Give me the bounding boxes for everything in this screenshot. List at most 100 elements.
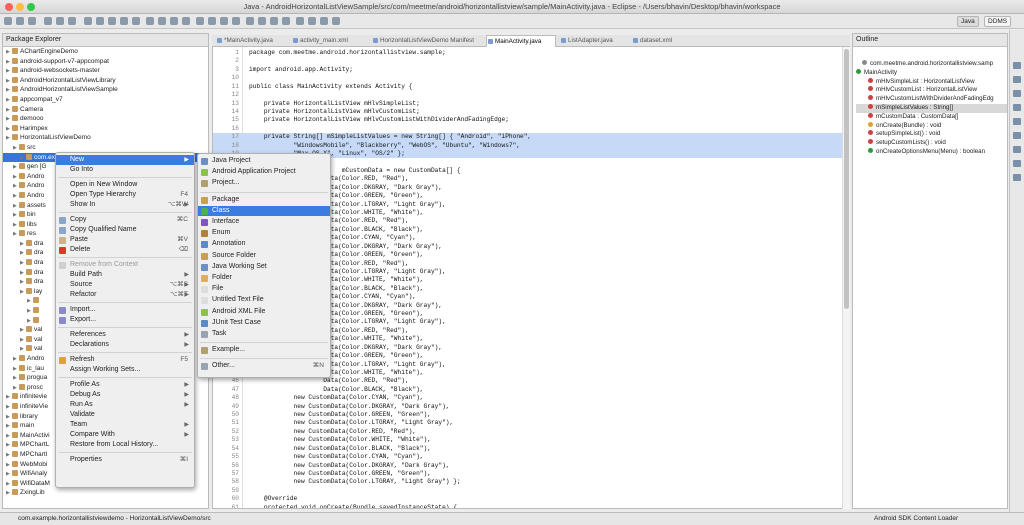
context-menu-item[interactable]: Open Type Hierarchy F4 bbox=[56, 190, 194, 200]
toolbar-tool-icon[interactable] bbox=[246, 17, 254, 25]
context-menu-item[interactable]: Import... bbox=[56, 305, 194, 315]
toolbar-tool-icon[interactable] bbox=[28, 17, 36, 25]
context-menu-item[interactable]: Assign Working Sets... bbox=[56, 365, 194, 375]
outline-item[interactable]: setupSimpleList() : void bbox=[856, 130, 1007, 139]
editor-scrollbar[interactable] bbox=[842, 47, 850, 509]
outline-item[interactable]: onCreateOptionsMenu(Menu) : boolean bbox=[856, 147, 1007, 157]
new-submenu-item[interactable]: Java Project bbox=[198, 156, 330, 166]
package-tree-item[interactable]: ▶ appcompat_v7 bbox=[3, 95, 208, 105]
editor-tab[interactable]: *MainActivity.java bbox=[216, 35, 288, 47]
context-menu-item[interactable]: New ▶ bbox=[56, 155, 194, 165]
new-submenu-item[interactable]: Untitled Text File bbox=[198, 295, 330, 305]
package-tree-item[interactable]: ▶ Harimpex bbox=[3, 124, 208, 134]
context-menu-item[interactable]: Export... bbox=[56, 315, 194, 325]
package-tree-item[interactable]: ▶ Camera bbox=[3, 105, 208, 115]
toolbar-tool-icon[interactable] bbox=[132, 17, 140, 25]
package-tree-item[interactable]: ▶ ZxingLib bbox=[3, 488, 208, 498]
context-menu-item[interactable]: Source ⌥⌘S ▶ bbox=[56, 280, 194, 290]
trim-view-icon[interactable] bbox=[1013, 104, 1021, 111]
toolbar-tool-icon[interactable] bbox=[68, 17, 76, 25]
new-submenu-item[interactable]: Interface bbox=[198, 217, 330, 227]
trim-view-icon[interactable] bbox=[1013, 132, 1021, 139]
context-menu-item[interactable]: Refactor ⌥⌘T ▶ bbox=[56, 290, 194, 300]
new-submenu-item[interactable]: Source Folder bbox=[198, 251, 330, 261]
outline-item[interactable]: mHlvCustomList : HorizontalListView bbox=[856, 86, 1007, 95]
toolbar-tool-icon[interactable] bbox=[146, 17, 154, 25]
new-submenu-item[interactable]: Android Application Project bbox=[198, 167, 330, 177]
perspective-java[interactable]: Java bbox=[957, 16, 979, 27]
trim-view-icon[interactable] bbox=[1013, 76, 1021, 83]
toolbar-tool-icon[interactable] bbox=[196, 17, 204, 25]
new-submenu-item[interactable]: Other... ⌘N bbox=[198, 361, 330, 371]
outline-item[interactable]: mHlvCustomListWithDividerAndFadingEdg bbox=[856, 95, 1007, 104]
zoom-window-icon[interactable] bbox=[27, 3, 35, 11]
toolbar-tool-icon[interactable] bbox=[308, 17, 316, 25]
package-tree-item[interactable]: ▶ android-support-v7-appcompat bbox=[3, 57, 208, 67]
context-menu-item[interactable]: Go Into bbox=[56, 165, 194, 175]
new-submenu-item[interactable]: Folder bbox=[198, 273, 330, 283]
context-menu-item[interactable]: Team ▶ bbox=[56, 420, 194, 430]
outline-item[interactable]: mHlvSimpleList : HorizontalListView bbox=[856, 77, 1007, 87]
context-menu-item[interactable]: Compare With ▶ bbox=[56, 430, 194, 440]
trim-view-icon[interactable] bbox=[1013, 160, 1021, 167]
toolbar-tool-icon[interactable] bbox=[220, 17, 228, 25]
new-submenu-item[interactable]: JUnit Test Case bbox=[198, 318, 330, 328]
outline-item[interactable]: setupCustomLists() : void bbox=[856, 139, 1007, 148]
context-menu-item[interactable]: Remove from Context bbox=[56, 260, 194, 270]
context-menu-item[interactable]: Show In ⌥⌘W ▶ bbox=[56, 200, 194, 210]
context-menu-item[interactable]: Restore from Local History... bbox=[56, 440, 194, 450]
toolbar-tool-icon[interactable] bbox=[84, 17, 92, 25]
toolbar-tool-icon[interactable] bbox=[296, 17, 304, 25]
toolbar-tool-icon[interactable] bbox=[120, 17, 128, 25]
outline-item[interactable]: com.meetme.android.horizontallistview.sa… bbox=[856, 60, 1007, 69]
toolbar-tool-icon[interactable] bbox=[158, 17, 166, 25]
context-menu-item[interactable]: Delete ⌫ bbox=[56, 245, 194, 255]
outline-item[interactable]: MainActivity bbox=[856, 68, 1007, 78]
new-submenu-item[interactable]: Package bbox=[198, 195, 330, 205]
new-submenu-item[interactable]: Example... bbox=[198, 345, 330, 355]
context-menu-item[interactable]: Properties ⌘I bbox=[56, 455, 194, 465]
outline-item[interactable]: mCustomData : CustomData[] bbox=[856, 112, 1007, 122]
editor-tab[interactable]: MainActivity.java bbox=[486, 35, 556, 47]
new-submenu-item[interactable]: Task bbox=[198, 329, 330, 339]
context-menu-item[interactable]: Debug As ▶ bbox=[56, 390, 194, 400]
context-menu-item[interactable]: Run As ▶ bbox=[56, 400, 194, 410]
minimize-window-icon[interactable] bbox=[16, 3, 24, 11]
toolbar-tool-icon[interactable] bbox=[332, 17, 340, 25]
context-menu-item[interactable]: Copy ⌘C bbox=[56, 215, 194, 225]
trim-view-icon[interactable] bbox=[1013, 118, 1021, 125]
new-submenu-item[interactable]: Enum bbox=[198, 228, 330, 238]
new-submenu-item[interactable]: Android XML File bbox=[198, 307, 330, 317]
new-submenu-item[interactable]: Java Working Set bbox=[198, 262, 330, 272]
outline-item[interactable]: onCreate(Bundle) : void bbox=[856, 121, 1007, 131]
editor-tab[interactable]: activity_main.xml bbox=[292, 35, 368, 47]
context-menu-item[interactable]: Copy Qualified Name bbox=[56, 225, 194, 235]
toolbar-tool-icon[interactable] bbox=[108, 17, 116, 25]
toolbar-tool-icon[interactable] bbox=[170, 17, 178, 25]
toolbar-tool-icon[interactable] bbox=[282, 17, 290, 25]
perspective-ddms[interactable]: DDMS bbox=[984, 16, 1012, 27]
package-tree-item[interactable]: ▶ demooo bbox=[3, 114, 208, 124]
package-tree-item[interactable]: ▶ HorizontalListViewDemo bbox=[3, 133, 208, 143]
editor-scroll-thumb[interactable] bbox=[844, 49, 849, 309]
toolbar-tool-icon[interactable] bbox=[232, 17, 240, 25]
toolbar-tool-icon[interactable] bbox=[16, 17, 24, 25]
trim-view-icon[interactable] bbox=[1013, 174, 1021, 181]
new-submenu-item[interactable]: Annotation bbox=[198, 239, 330, 249]
new-submenu-item[interactable]: Project... bbox=[198, 178, 330, 188]
toolbar-tool-icon[interactable] bbox=[182, 17, 190, 25]
package-tree-item[interactable]: ▶ android-websockets-master bbox=[3, 66, 208, 76]
toolbar-tool-icon[interactable] bbox=[270, 17, 278, 25]
context-menu-item[interactable]: Profile As ▶ bbox=[56, 380, 194, 390]
trim-view-icon[interactable] bbox=[1013, 62, 1021, 69]
context-menu-item[interactable]: Build Path ▶ bbox=[56, 270, 194, 280]
toolbar-tool-icon[interactable] bbox=[56, 17, 64, 25]
toolbar-tool-icon[interactable] bbox=[4, 17, 12, 25]
toolbar-tool-icon[interactable] bbox=[44, 17, 52, 25]
trim-view-icon[interactable] bbox=[1013, 90, 1021, 97]
context-menu-item[interactable]: Refresh F5 bbox=[56, 355, 194, 365]
new-submenu-item[interactable]: File bbox=[198, 284, 330, 294]
close-window-icon[interactable] bbox=[5, 3, 13, 11]
editor-tab[interactable]: dataset.xml bbox=[632, 35, 692, 47]
new-submenu-item[interactable]: Class bbox=[198, 205, 330, 216]
